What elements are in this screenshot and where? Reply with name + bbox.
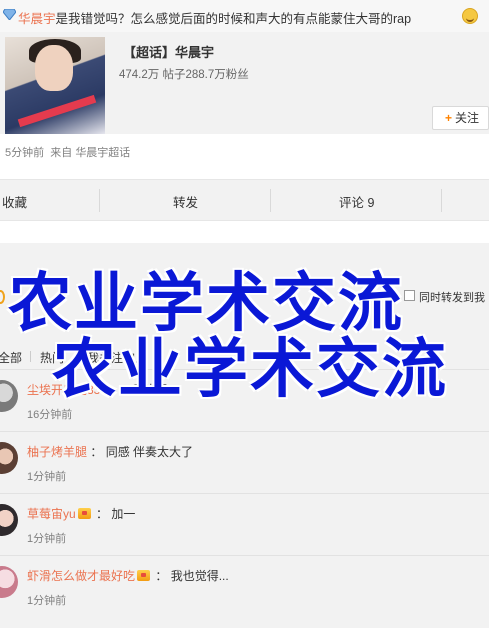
comment-time: 1分钟前 [27,595,67,607]
laugh-emoji-icon [462,8,478,24]
comment-text: 加一 [111,507,136,521]
comment-username[interactable]: 柚子烤羊腿 [27,445,87,459]
supertopic-title[interactable]: 【超话】华晨宇 [123,42,214,61]
divider [30,351,31,362]
action-bar: 收藏 转发 评论 9 [0,179,489,221]
comment-item: 柚子烤羊腿 ： 同感 伴奏太大了 1分钟前 [0,431,489,493]
comment-item: 虾滑怎么做才最好吃 ： 我也觉得... 1分钟前 [0,555,489,617]
repost-text-line: 华晨宇是我错觉吗？怎么感觉后面的时候和声大的有点能蒙住大哥的rap [0,0,489,32]
member-badge-icon [137,570,151,581]
post-time: 5分钟前 [5,147,45,159]
comment-button[interactable]: 评论 9 [339,192,374,211]
comment-text: 我也觉得... [170,569,229,583]
avatar[interactable] [0,380,18,412]
spacer [0,221,489,243]
member-badge-icon [77,508,91,519]
source-link[interactable]: 华晨宇超话 [75,147,130,159]
divider [270,189,271,212]
comment-text: 同感 伴奏太大了 [105,445,194,459]
supertopic-stats: 474.2万 帖子288.7万粉丝 [119,69,249,81]
comment-time: 1分钟前 [27,471,67,483]
avatar[interactable] [0,442,18,474]
source-prefix: 来自 [50,147,73,159]
divider [441,189,442,212]
forward-button[interactable]: 转发 [173,192,198,211]
repost-text: 华晨宇是我错觉吗？怎么感觉后面的时候和声大的有点能蒙住大哥的rap [18,12,412,26]
diamond-icon [3,9,16,20]
comment-username[interactable]: 虾滑怎么做才最好吃 [27,569,135,583]
overlay-watermark-text: 农业学术交流 [52,333,448,407]
tab-all[interactable]: 全部 [0,349,22,366]
supertopic-card[interactable]: 【超话】华晨宇 474.2万 帖子288.7万粉丝 [0,32,489,134]
avatar[interactable] [0,566,18,598]
follow-button[interactable]: + 关注 [432,106,489,130]
comment-time: 1分钟前 [27,533,67,545]
collect-button[interactable]: 收藏 [2,192,27,211]
author-link[interactable]: 华晨宇 [18,12,56,26]
forward-checkbox[interactable] [404,290,415,301]
forward-checkbox-label: 同时转发到我 [419,292,485,304]
plus-icon: + [445,111,453,125]
comment-username[interactable]: 草莓宙yu [27,507,76,521]
comment-item: 草莓宙yu ： 加一 1分钟前 [0,493,489,555]
avatar[interactable] [0,504,18,536]
divider [99,189,100,212]
cover-image [5,37,105,134]
post-meta: 5分钟前 来自 华晨宇超话 [5,144,130,160]
